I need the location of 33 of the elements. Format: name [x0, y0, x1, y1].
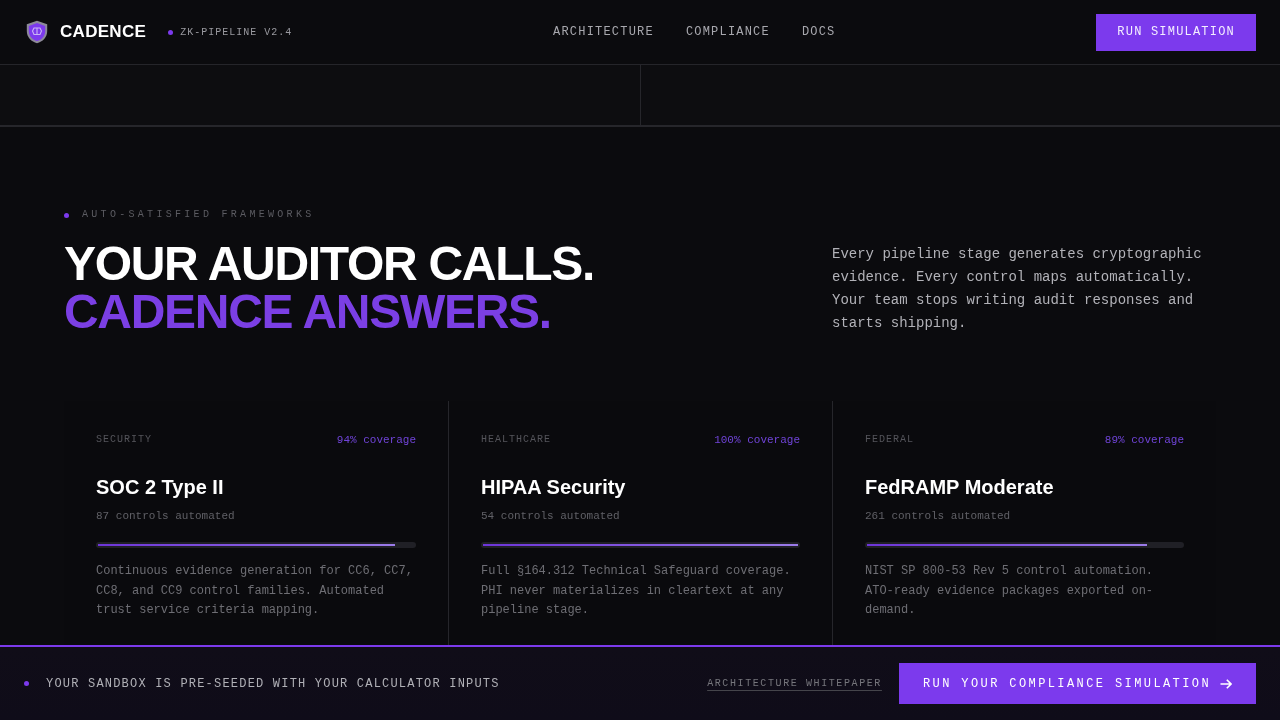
whitepaper-link[interactable]: ARCHITECTURE WHITEPAPER: [707, 678, 882, 689]
coverage-label: 89% coverage: [1104, 433, 1184, 447]
coverage-label: 94% coverage: [336, 433, 416, 447]
arrow-right-icon: [1220, 677, 1232, 690]
nav-link[interactable]: ARCHITECTURE: [553, 25, 654, 39]
category-label: SECURITY: [96, 433, 152, 447]
nav-link[interactable]: DOCS: [801, 25, 836, 39]
nav-link[interactable]: COMPLIANCE: [685, 25, 770, 39]
headline-text: YOUR AUDITOR CALLS.: [64, 240, 595, 288]
run-simulation-button[interactable]: RUN SIMULATION: [1096, 13, 1256, 51]
intro-text: Every pipeline stage generates cryptographic evidence. Every control maps automatically. Your team stops writing audit responses and starts shipping.: [832, 245, 1203, 333]
dot-icon: [168, 29, 174, 35]
version-label: ZK-PIPELINE V2.4: [180, 26, 293, 38]
dot-icon: [24, 681, 29, 686]
controls-count: 87 controls automated: [96, 509, 236, 524]
run-compliance-simulation-button[interactable]: RUN YOUR COMPLIANCE SIMULATION: [898, 663, 1256, 704]
framework-title: SOC 2 Type II: [96, 475, 225, 499]
coverage-label: 100% coverage: [714, 433, 800, 447]
category-label: HEALTHCARE: [481, 433, 551, 447]
sandbox-message: YOUR SANDBOX IS PRE-SEEDED WITH YOUR CALCULATOR INPUTS: [46, 676, 500, 691]
controls-count: 54 controls automated: [481, 509, 621, 524]
framework-description: Full §164.312 Technical Safeguard coverage. PHI never materializes in cleartext at any pipeline stage.: [481, 563, 792, 619]
controls-count: 261 controls automated: [865, 509, 1012, 524]
brand-name: CADENCE: [60, 22, 147, 42]
framework-title: HIPAA Security: [481, 475, 627, 499]
shield-logo-icon: [26, 20, 48, 44]
framework-description: Continuous evidence generation for CC6, CC7, CC8, and CC9 control families. Automated trust service criteria mapping.: [96, 563, 414, 619]
framework-title: FedRAMP Moderate: [865, 475, 1055, 499]
dot-icon: [64, 212, 69, 218]
category-label: FEDERAL: [865, 433, 914, 447]
headline-accent-text: CADENCE ANSWERS.: [64, 288, 552, 336]
eyebrow-label: AUTO-SATISFIED FRAMEWORKS: [82, 208, 315, 222]
framework-description: NIST SP 800-53 Rev 5 control automation. ATO-ready evidence packages exported on-demand.: [865, 563, 1155, 619]
